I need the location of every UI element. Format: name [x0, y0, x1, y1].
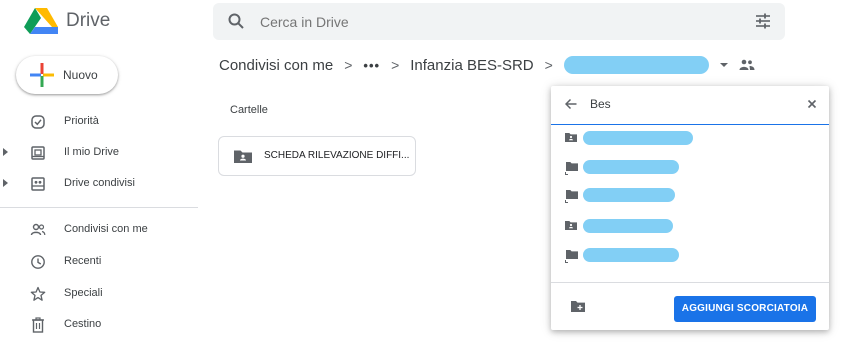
redacted-folder-name [583, 248, 679, 262]
redacted-folder-name [583, 160, 679, 174]
redacted-folder-name [583, 188, 675, 202]
star-icon [30, 286, 46, 301]
drive-logo-icon [24, 8, 58, 34]
breadcrumb-item-shared-with-me[interactable]: Condivisi con me [219, 57, 333, 74]
sidebar-item-label: Cestino [64, 318, 102, 330]
add-shortcut-dialog: Bes AGGIUNGI SCORCIATOIA [551, 86, 829, 330]
app-name: Drive [66, 10, 111, 31]
folder-card[interactable]: SCHEDA RILEVAZIONE DIFFI... [218, 136, 416, 176]
redacted-folder-name [583, 219, 673, 233]
search-icon[interactable] [228, 13, 244, 29]
sidebar-item-my-drive[interactable]: Il mio Drive [0, 140, 200, 166]
new-button-label: Nuovo [63, 68, 98, 82]
search-input[interactable] [258, 11, 682, 33]
breadcrumb-separator: > [544, 57, 553, 73]
sidebar-item-recent[interactable]: Recenti [0, 249, 200, 275]
dialog-header: Bes [551, 86, 829, 125]
drive-logo[interactable]: Drive [24, 8, 110, 34]
dialog-folder-row[interactable] [551, 214, 829, 240]
sidebar-item-shared-with-me[interactable]: Condivisi con me [0, 217, 200, 243]
new-folder-icon[interactable] [571, 300, 585, 312]
sidebar-item-trash[interactable]: Cestino [0, 312, 200, 338]
sidebar-item-label: Speciali [64, 287, 103, 299]
back-arrow-icon[interactable] [565, 98, 577, 110]
redacted-folder-name [583, 131, 693, 145]
breadcrumb-item-infanzia[interactable]: Infanzia BES-SRD [410, 57, 533, 74]
sidebar-item-label: Recenti [64, 255, 102, 267]
section-title-folders: Cartelle [230, 104, 268, 116]
dialog-folder-row[interactable] [551, 155, 829, 181]
sidebar-item-priority[interactable]: Priorità [0, 109, 200, 135]
chevron-down-icon[interactable] [719, 63, 728, 67]
folder-shortcut-icon [565, 162, 578, 175]
shared-folder-icon [565, 133, 577, 142]
dialog-folder-row[interactable] [551, 183, 829, 209]
search-bar[interactable] [213, 3, 785, 40]
expand-caret-icon[interactable] [3, 179, 8, 187]
shared-folder-icon [565, 221, 577, 230]
sidebar-divider [0, 207, 198, 208]
sidebar-item-label: Condivisi con me [64, 223, 148, 235]
clock-icon [31, 255, 45, 269]
sidebar-item-label: Drive condivisi [64, 177, 135, 189]
breadcrumb: Condivisi con me > ••• > Infanzia BES-SR… [219, 53, 755, 77]
sidebar-item-label: Il mio Drive [64, 146, 120, 158]
dialog-folder-row[interactable] [551, 243, 829, 269]
plus-icon [30, 63, 54, 87]
shared-drives-icon [31, 177, 45, 191]
check-circle-icon [31, 115, 45, 129]
breadcrumb-separator: > [344, 57, 353, 73]
dialog-footer: AGGIUNGI SCORCIATOIA [551, 282, 829, 331]
folder-shortcut-icon [565, 250, 578, 263]
folder-name: SCHEDA RILEVAZIONE DIFFI... [264, 150, 410, 161]
folder-shortcut-icon [565, 190, 578, 203]
shared-people-icon[interactable] [739, 59, 755, 71]
sidebar-item-label: Priorità [64, 115, 99, 127]
new-button[interactable]: Nuovo [16, 56, 118, 94]
my-drive-icon [31, 146, 45, 160]
add-shortcut-button[interactable]: AGGIUNGI SCORCIATOIA [674, 296, 816, 322]
expand-caret-icon[interactable] [3, 148, 8, 156]
search-options-icon[interactable] [755, 13, 771, 29]
dialog-title: Bes [590, 97, 611, 111]
redacted-breadcrumb-current[interactable] [563, 56, 709, 74]
breadcrumb-overflow-button[interactable]: ••• [363, 58, 380, 73]
people-icon [30, 223, 46, 236]
sidebar-item-starred[interactable]: Speciali [0, 281, 200, 307]
trash-icon [32, 317, 44, 333]
dialog-folder-row[interactable] [551, 126, 829, 152]
shared-folder-icon [234, 150, 252, 163]
sidebar-item-shared-drives[interactable]: Drive condivisi [0, 171, 200, 197]
close-icon[interactable] [807, 99, 817, 109]
breadcrumb-separator: > [391, 57, 400, 73]
